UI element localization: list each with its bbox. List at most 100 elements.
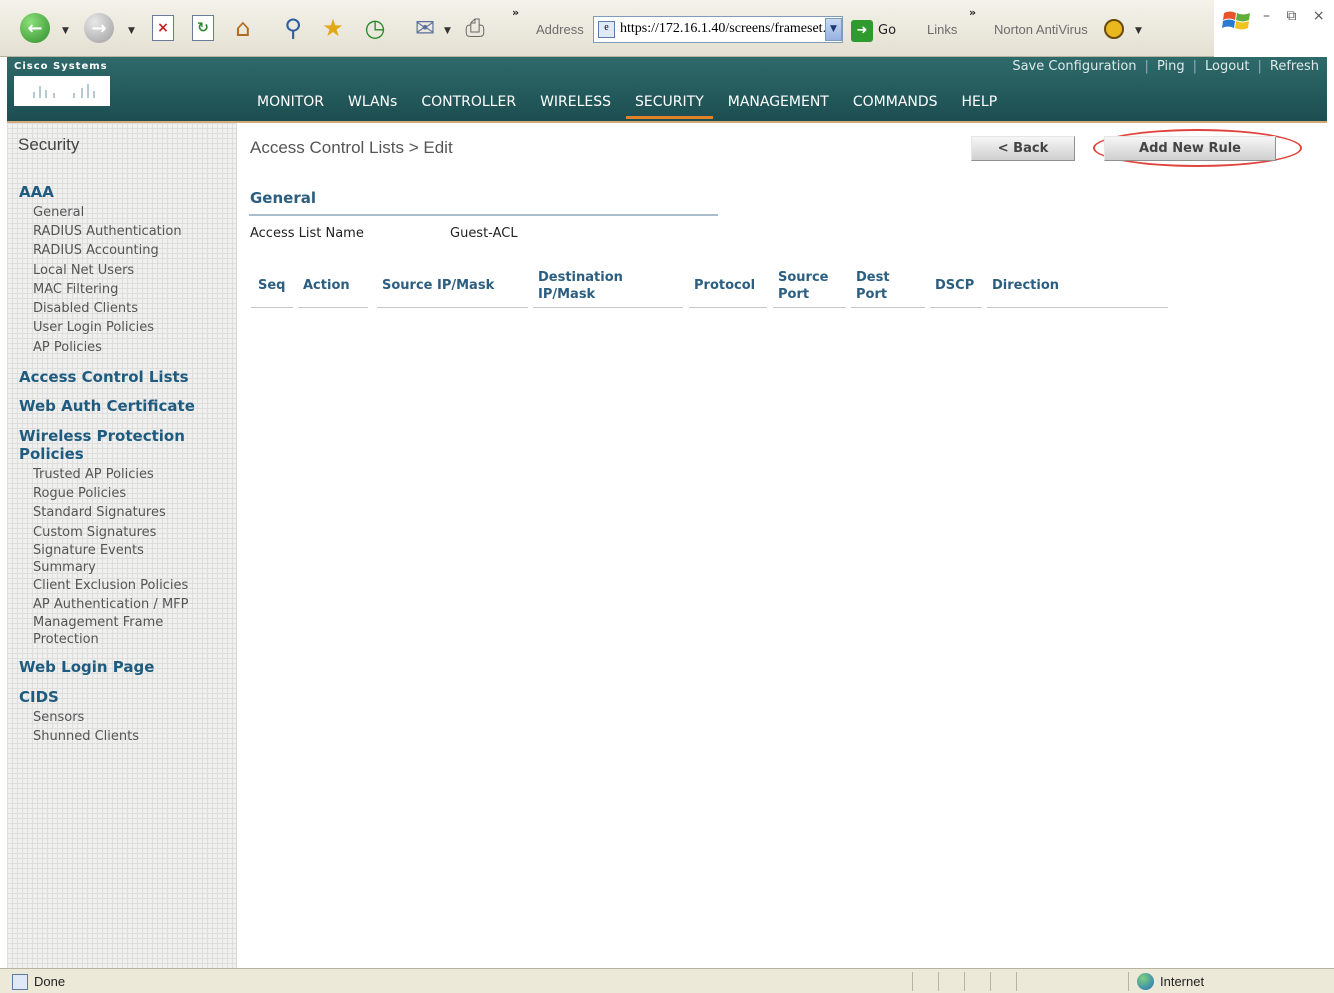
- print-button[interactable]: ⎙: [458, 11, 492, 45]
- sidebar-section-aaa[interactable]: AAA: [19, 183, 54, 201]
- sidebar-item-trusted-ap-policies[interactable]: Trusted AP Policies: [33, 466, 154, 483]
- top-links: Save Configuration | Ping | Logout | Refresh: [1012, 59, 1319, 74]
- forward-dropdown-icon[interactable]: ▼: [128, 26, 135, 36]
- section-title-general: General: [250, 189, 316, 207]
- status-divider: [990, 972, 991, 991]
- save-configuration-link[interactable]: Save Configuration: [1012, 59, 1136, 74]
- refresh-button[interactable]: ↻: [186, 11, 220, 45]
- column-underline: [773, 307, 846, 308]
- norton-label[interactable]: Norton AntiVirus: [994, 22, 1088, 37]
- sidebar-item-shunned-clients[interactable]: Shunned Clients: [33, 728, 139, 745]
- sidebar-item-sensors[interactable]: Sensors: [33, 709, 84, 726]
- column-header-line: Dest: [856, 270, 890, 285]
- address-input[interactable]: e https://172.16.1.40/screens/frameset.h…: [593, 16, 843, 43]
- status-divider: [964, 972, 965, 991]
- stop-icon: ×: [152, 15, 174, 41]
- stop-button[interactable]: ×: [146, 11, 180, 45]
- address-url: https://172.16.1.40/screens/frameset.htm…: [620, 21, 843, 36]
- cisco-bridge-icon: [33, 84, 95, 98]
- sidebar-section-web-auth-certificate[interactable]: Web Auth Certificate: [19, 397, 195, 415]
- sidebar-item-management-frame[interactable]: Management Frame: [33, 614, 163, 631]
- sidebar-item-radius-authentication[interactable]: RADIUS Authentication: [33, 223, 182, 240]
- column-underline: [987, 307, 1168, 308]
- sidebar-item-standard-signatures[interactable]: Standard Signatures: [33, 504, 166, 521]
- add-new-rule-button[interactable]: Add New Rule: [1104, 136, 1276, 161]
- nav-monitor[interactable]: MONITOR: [248, 91, 333, 119]
- sidebar-item-radius-accounting[interactable]: RADIUS Accounting: [33, 242, 159, 259]
- column-underline: [689, 307, 767, 308]
- cisco-logo-text: Cisco Systems: [14, 61, 108, 72]
- norton-icon[interactable]: [1104, 19, 1124, 39]
- cisco-logo: [14, 76, 110, 106]
- sidebar-section-access-control-lists[interactable]: Access Control Lists: [19, 368, 189, 386]
- column-header-dscp: DSCP: [935, 278, 975, 293]
- nav-security[interactable]: SECURITY: [626, 91, 713, 119]
- sidebar-item-disabled-clients[interactable]: Disabled Clients: [33, 300, 138, 317]
- breadcrumb: Access Control Lists > Edit: [250, 138, 453, 157]
- nav-wireless[interactable]: WIRELESS: [531, 91, 620, 119]
- back-dropdown-icon[interactable]: ▼: [62, 26, 69, 36]
- toolbar-overflow-icon[interactable]: »: [512, 6, 519, 19]
- nav-wlans[interactable]: WLANs: [339, 91, 406, 119]
- sidebar-item-ap-policies[interactable]: AP Policies: [33, 339, 102, 356]
- refresh-link[interactable]: Refresh: [1270, 59, 1319, 74]
- ping-link[interactable]: Ping: [1157, 59, 1185, 74]
- sidebar-item-signature-events[interactable]: Signature Events: [33, 542, 144, 559]
- security-zone-label: Internet: [1160, 974, 1205, 989]
- sidebar-item-local-net-users[interactable]: Local Net Users: [33, 262, 134, 279]
- nav-help[interactable]: HELP: [953, 91, 1007, 119]
- sidebar-section-web-login-page[interactable]: Web Login Page: [19, 658, 154, 676]
- status-bar: Done Internet: [0, 968, 1334, 993]
- logout-link[interactable]: Logout: [1205, 59, 1250, 74]
- column-header-direction: Direction: [992, 278, 1060, 293]
- sidebar-item-user-login-policies[interactable]: User Login Policies: [33, 319, 154, 336]
- nav-controller[interactable]: CONTROLLER: [412, 91, 525, 119]
- star-icon: ★: [322, 14, 344, 42]
- column-underline: [298, 307, 368, 308]
- nav-commands[interactable]: COMMANDS: [844, 91, 947, 119]
- search-button[interactable]: ⚲: [276, 11, 310, 45]
- sidebar-item-signature-events-summary[interactable]: Summary: [33, 559, 96, 576]
- mail-icon: ✉: [414, 14, 436, 42]
- norton-dropdown-icon[interactable]: ▼: [1135, 26, 1142, 36]
- column-underline: [930, 307, 982, 308]
- favorites-button[interactable]: ★: [316, 11, 350, 45]
- mail-button[interactable]: ✉: [408, 11, 442, 45]
- column-underline: [533, 307, 683, 308]
- sidebar-title: Security: [18, 135, 80, 154]
- refresh-icon: ↻: [192, 15, 214, 41]
- column-header-source-port: Source Port: [778, 269, 828, 303]
- search-icon: ⚲: [284, 14, 302, 42]
- status-divider: [938, 972, 939, 991]
- sidebar-section-cids[interactable]: CIDS: [19, 688, 59, 706]
- sidebar-section-wireless-protection[interactable]: Wireless Protection Policies: [19, 427, 185, 463]
- sidebar-item-mac-filtering[interactable]: MAC Filtering: [33, 281, 118, 298]
- links-label[interactable]: Links: [927, 22, 957, 37]
- sidebar-item-ap-authentication-mfp[interactable]: AP Authentication / MFP: [33, 596, 188, 613]
- sidebar-item-client-exclusion-policies[interactable]: Client Exclusion Policies: [33, 577, 188, 594]
- internet-zone-icon: [1137, 973, 1154, 990]
- links-overflow-icon[interactable]: »: [969, 6, 976, 19]
- forward-arrow-icon: →: [84, 13, 114, 43]
- mail-dropdown-icon[interactable]: ▼: [444, 26, 451, 36]
- sidebar-item-general[interactable]: General: [33, 204, 84, 221]
- main-nav: MONITOR WLANs CONTROLLER WIRELESS SECURI…: [248, 91, 1012, 119]
- back-nav-button[interactable]: ←: [18, 11, 52, 45]
- forward-nav-button[interactable]: →: [82, 11, 116, 45]
- sidebar-item-management-frame-protection[interactable]: Protection: [33, 631, 99, 648]
- sidebar-section-label: Policies: [19, 445, 84, 463]
- address-dropdown-icon[interactable]: ▼: [825, 18, 842, 41]
- nav-management[interactable]: MANAGEMENT: [719, 91, 838, 119]
- page-icon: e: [598, 21, 615, 38]
- section-divider: [249, 214, 718, 216]
- column-underline: [251, 307, 293, 308]
- back-button[interactable]: < Back: [971, 136, 1075, 161]
- go-button[interactable]: ➜ Go: [851, 17, 905, 44]
- address-label: Address: [536, 22, 584, 37]
- sidebar-item-custom-signatures[interactable]: Custom Signatures: [33, 524, 156, 541]
- home-button[interactable]: ⌂: [226, 11, 260, 45]
- sidebar-item-rogue-policies[interactable]: Rogue Policies: [33, 485, 126, 502]
- history-button[interactable]: ◷: [358, 11, 392, 45]
- status-text: Done: [34, 974, 66, 989]
- window-controls[interactable]: – ⧉ ×: [1263, 8, 1331, 24]
